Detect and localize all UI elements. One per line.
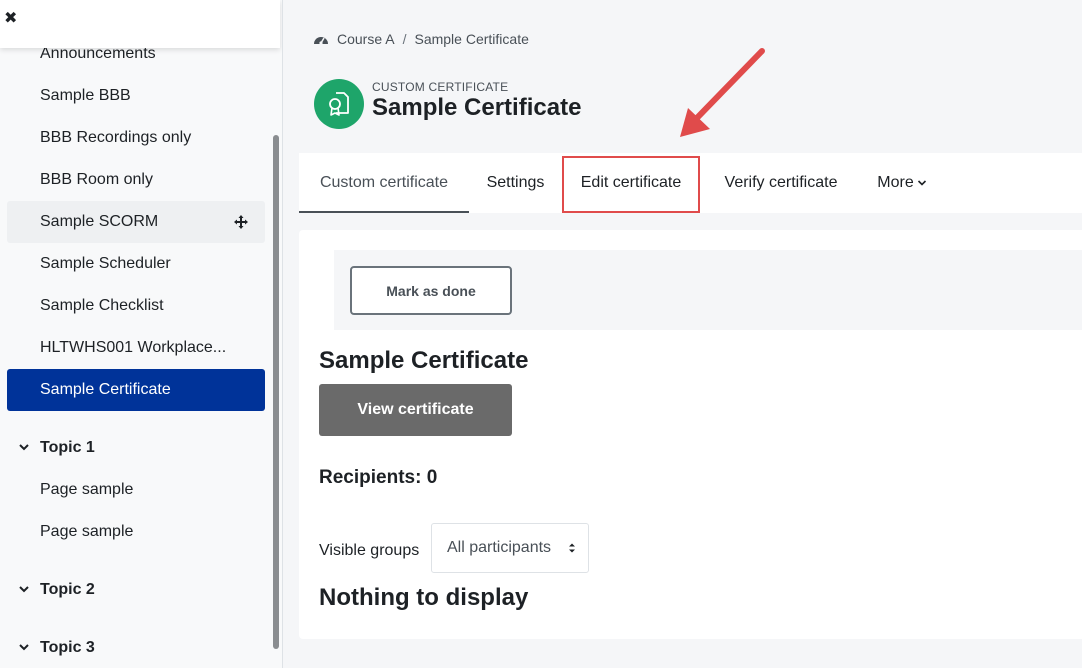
sidebar-scrollbar[interactable]	[273, 135, 279, 649]
sidebar-item-sample-checklist[interactable]: Sample Checklist	[7, 285, 265, 327]
sidebar-item-sample-certificate[interactable]: Sample Certificate	[7, 369, 265, 411]
chevron-down-icon	[19, 644, 29, 651]
tab-label: More	[877, 174, 914, 191]
sidebar-item-label: Sample SCORM	[40, 213, 159, 230]
activity-completion-bar: Mark as done	[334, 250, 1082, 330]
module-type-label: CUSTOM CERTIFICATE	[372, 80, 509, 94]
breadcrumb-course-link[interactable]: Course A	[337, 31, 395, 47]
drawer-header: ✖	[0, 0, 280, 48]
sidebar-item-page-sample[interactable]: Page sample	[7, 469, 265, 511]
sidebar-item-label: Sample BBB	[40, 87, 131, 104]
view-certificate-button[interactable]: View certificate	[319, 384, 512, 436]
chevron-down-icon	[917, 180, 926, 186]
mark-as-done-button[interactable]: Mark as done	[350, 266, 512, 315]
breadcrumb: Course A / Sample Certificate	[313, 30, 529, 48]
sidebar-item-page-sample[interactable]: Page sample	[7, 511, 265, 553]
tab-label: Settings	[486, 174, 545, 191]
secondary-navigation: Custom certificate Settings Edit certifi…	[299, 153, 1082, 213]
section-title: Topic 3	[40, 639, 95, 656]
sidebar-item-sample-scorm[interactable]: Sample SCORM	[7, 201, 265, 243]
chevron-down-icon	[19, 444, 29, 451]
tab-edit-certificate[interactable]: Edit certificate	[562, 153, 700, 213]
tab-more[interactable]: More	[862, 153, 942, 213]
sidebar-item-sample-scheduler[interactable]: Sample Scheduler	[7, 243, 265, 285]
sidebar-item-bbb-room[interactable]: BBB Room only	[7, 159, 265, 201]
sidebar-item-label: Page sample	[40, 523, 134, 540]
sidebar-item-label: Sample Certificate	[40, 381, 171, 398]
tab-label: Edit certificate	[580, 174, 682, 191]
certificate-icon	[314, 79, 364, 129]
sidebar-item-sample-bbb[interactable]: Sample BBB	[7, 75, 265, 117]
sidebar-item-hltwhs001[interactable]: HLTWHS001 Workplace...	[7, 327, 265, 369]
move-icon[interactable]	[233, 214, 249, 230]
annotation-arrow	[680, 48, 765, 137]
visible-groups-select[interactable]: All participants	[431, 523, 589, 573]
close-icon[interactable]: ✖	[4, 9, 22, 29]
visible-groups-label: Visible groups	[319, 542, 420, 559]
select-value: All participants	[447, 539, 552, 556]
section-topic-1[interactable]: Topic 1	[7, 427, 265, 469]
course-index-drawer: ✖ Announcements Sample BBB BBB Recording…	[0, 0, 283, 668]
tab-label: Verify certificate	[724, 174, 838, 191]
page-title: Sample Certificate	[372, 94, 582, 121]
sidebar-item-label: HLTWHS001 Workplace...	[40, 339, 227, 356]
tab-settings[interactable]: Settings	[469, 153, 562, 213]
sidebar-item-label: Page sample	[40, 481, 134, 498]
breadcrumb-separator: /	[402, 31, 407, 47]
sidebar-item-label: BBB Recordings only	[40, 129, 192, 146]
tab-verify-certificate[interactable]: Verify certificate	[700, 153, 862, 213]
sidebar-item-label: BBB Room only	[40, 171, 153, 188]
recipients-heading: Recipients: 0	[319, 467, 438, 488]
chevron-down-icon	[19, 586, 29, 593]
select-arrows-icon	[569, 543, 575, 553]
section-title: Topic 2	[40, 581, 95, 598]
tab-label: Custom certificate	[319, 174, 449, 191]
sidebar-item-bbb-recordings[interactable]: BBB Recordings only	[7, 117, 265, 159]
section-title: Topic 1	[40, 439, 95, 456]
certificate-heading: Sample Certificate	[319, 347, 529, 374]
sidebar-item-label: Sample Scheduler	[40, 255, 171, 272]
empty-state-message: Nothing to display	[319, 584, 529, 611]
sidebar-item-label: Sample Checklist	[40, 297, 164, 314]
tab-custom-certificate[interactable]: Custom certificate	[299, 153, 469, 213]
main-content-card: Mark as done Sample Certificate View cer…	[299, 230, 1082, 639]
section-topic-3[interactable]: Topic 3	[7, 627, 265, 668]
dashboard-icon	[314, 37, 328, 45]
section-topic-2[interactable]: Topic 2	[7, 569, 265, 611]
breadcrumb-current-link[interactable]: Sample Certificate	[414, 31, 528, 47]
